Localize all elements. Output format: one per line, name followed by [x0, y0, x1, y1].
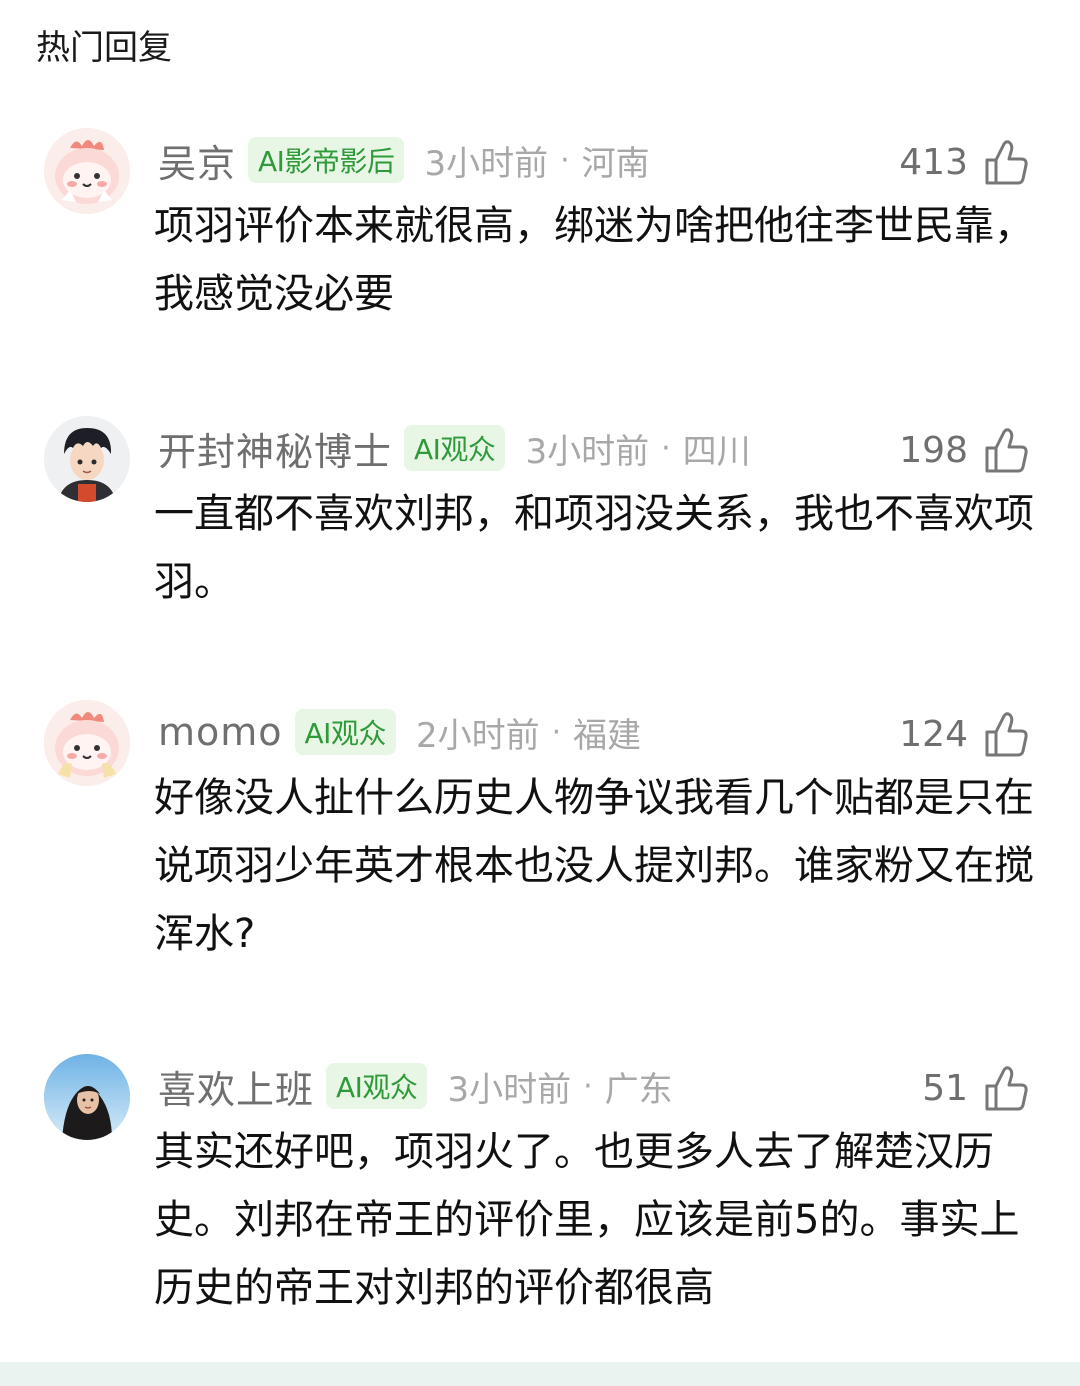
- thumbs-up-icon: [985, 428, 1028, 473]
- like-button[interactable]: 124: [899, 710, 1030, 758]
- pink-dinosaur-avatar-icon: [44, 128, 130, 214]
- comment-text: 项羽评价本来就很高，绑迷为啥把他往李世民靠，我感觉没必要: [154, 203, 1034, 317]
- comment-meta: 吴京 AI影帝影后 3小时前 · 河南: [158, 134, 650, 186]
- separator: ·: [661, 430, 671, 466]
- location: 福建: [573, 715, 642, 756]
- location: 河南: [581, 143, 650, 184]
- bottom-bar: [0, 1362, 1080, 1386]
- comment-meta: momo AI观众 2小时前 · 福建: [158, 706, 641, 758]
- username[interactable]: momo: [158, 710, 283, 754]
- timestamp: 2小时前: [415, 715, 540, 756]
- user-badge[interactable]: AI影帝影后: [248, 137, 405, 183]
- anime-boy-avatar-icon: [44, 416, 130, 502]
- comment-item: momo AI观众 2小时前 · 福建 124 好像没人扯什么历史人物争议我看几…: [0, 700, 1080, 1000]
- comment-text: 好像没人扯什么历史人物争议我看几个贴都是只在说项羽少年英才根本也没人提刘邦。谁家…: [154, 775, 1034, 957]
- location: 四川: [682, 431, 751, 472]
- username[interactable]: 开封神秘博士: [158, 421, 392, 476]
- timestamp: 3小时前: [447, 1069, 572, 1110]
- like-button[interactable]: 51: [922, 1064, 1030, 1112]
- like-count: 51: [922, 1067, 968, 1109]
- girl-photo-avatar-icon: [44, 1054, 130, 1140]
- avatar[interactable]: [44, 416, 130, 502]
- pink-dinosaur-avatar-icon: [44, 700, 130, 786]
- avatar[interactable]: [44, 1054, 130, 1140]
- separator: ·: [583, 1068, 593, 1104]
- separator: ·: [560, 142, 570, 178]
- like-button[interactable]: 198: [899, 426, 1030, 474]
- comment-meta: 开封神秘博士 AI观众 3小时前 · 四川: [158, 422, 751, 474]
- like-button[interactable]: 413: [899, 138, 1030, 186]
- avatar[interactable]: [44, 128, 130, 214]
- comment-text: 一直都不喜欢刘邦，和项羽没关系，我也不喜欢项羽。: [154, 491, 1034, 605]
- user-badge[interactable]: AI观众: [404, 425, 506, 471]
- like-count: 124: [899, 713, 968, 755]
- thumbs-up-icon: [985, 1066, 1028, 1111]
- like-count: 413: [899, 141, 968, 183]
- username[interactable]: 吴京: [158, 133, 236, 188]
- avatar[interactable]: [44, 700, 130, 786]
- location: 广东: [604, 1069, 673, 1110]
- comment-item: 喜欢上班 AI观众 3小时前 · 广东 51 其实还好吧，项羽火了。也更多人去了…: [0, 1054, 1080, 1354]
- section-title: 热门回复: [36, 28, 172, 68]
- comment-meta: 喜欢上班 AI观众 3小时前 · 广东: [158, 1060, 673, 1112]
- like-count: 198: [899, 429, 968, 471]
- username[interactable]: 喜欢上班: [158, 1059, 314, 1114]
- comment-text: 其实还好吧，项羽火了。也更多人去了解楚汉历史。刘邦在帝王的评价里，应该是前5的。…: [154, 1129, 1020, 1311]
- comment-item: 开封神秘博士 AI观众 3小时前 · 四川 198 一直都不喜欢刘邦，和项羽没关…: [0, 416, 1080, 646]
- separator: ·: [551, 714, 562, 750]
- timestamp: 3小时前: [424, 143, 549, 184]
- user-badge[interactable]: AI观众: [326, 1063, 428, 1109]
- thumbs-up-icon: [985, 140, 1028, 185]
- thumbs-up-icon: [985, 712, 1028, 757]
- user-badge[interactable]: AI观众: [294, 709, 396, 755]
- timestamp: 3小时前: [525, 431, 650, 472]
- comment-item: 吴京 AI影帝影后 3小时前 · 河南 413 项羽评价本来就很高，绑迷为啥把他…: [0, 128, 1080, 358]
